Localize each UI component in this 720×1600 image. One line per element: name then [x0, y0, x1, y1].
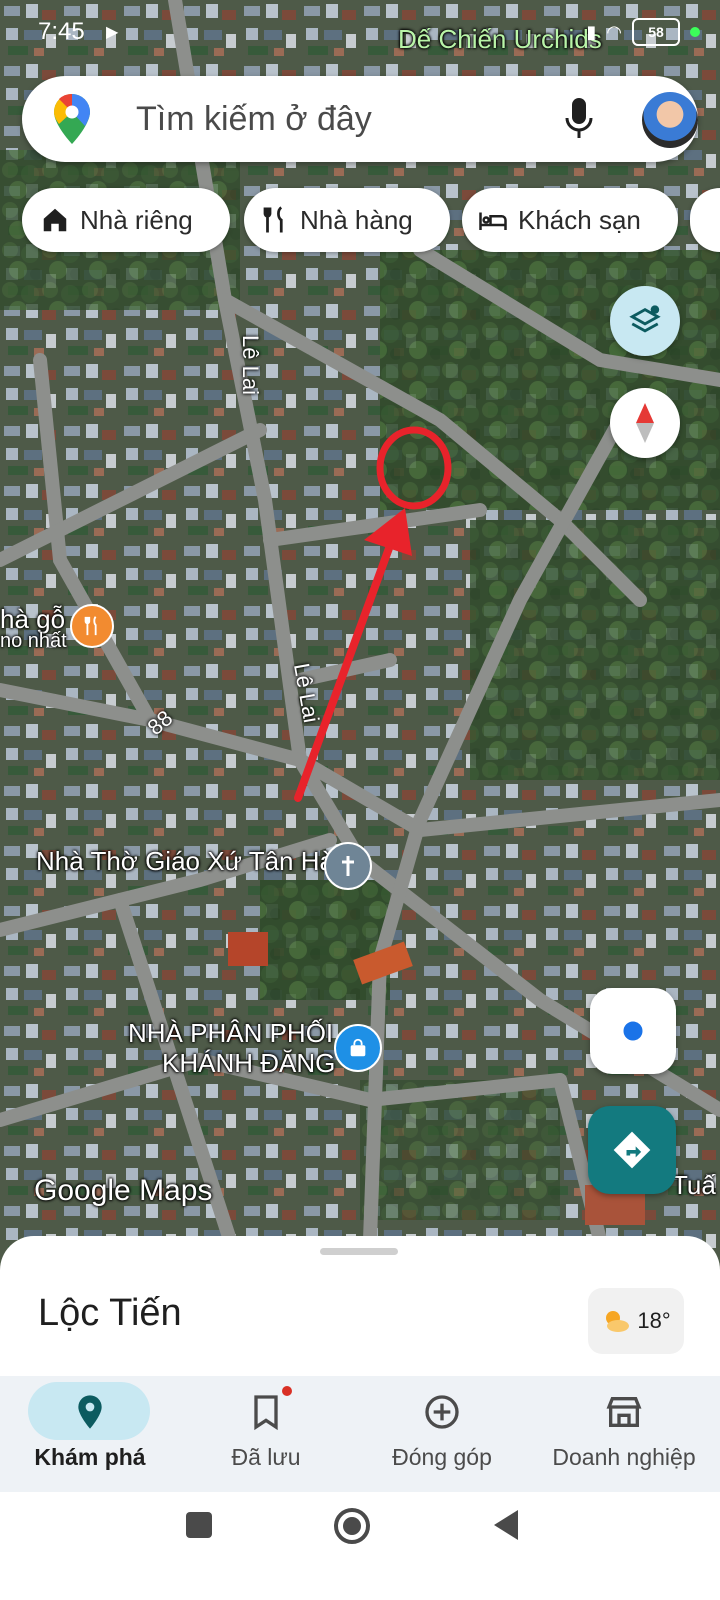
weather-chip[interactable]: 18° [588, 1288, 684, 1354]
google-maps-watermark: Google Maps [34, 1174, 213, 1207]
restaurant-marker-icon[interactable] [70, 604, 114, 648]
directions-icon [613, 1131, 651, 1169]
microphone-icon[interactable] [562, 96, 596, 142]
signal-icon: ▮ [586, 21, 597, 42]
nav-business-label: Doanh nghiệp [552, 1444, 696, 1470]
road-label-le-lai-1: Lê Lai [237, 335, 263, 395]
status-bar: 7:45 ▶ ▮ ◠ 58 [0, 0, 720, 70]
explore-pin-icon [78, 1395, 102, 1429]
my-location-button[interactable] [590, 988, 676, 1074]
directions-button[interactable] [588, 1106, 676, 1194]
back-icon[interactable] [492, 1508, 522, 1542]
nav-contribute[interactable]: Đóng góp [352, 1376, 532, 1492]
status-icons: ▮ ◠ 58 [586, 18, 700, 46]
add-circle-icon [425, 1395, 459, 1429]
chip-hotel-label: Khách sạn [518, 204, 641, 235]
chip-more-partial[interactable] [690, 188, 720, 252]
chip-home[interactable]: Nhà riêng [22, 188, 230, 252]
home-icon [43, 208, 67, 232]
bottom-navigation: Khám phá Đã lưu Đóng góp Doanh nghiệp [0, 1376, 720, 1492]
sheet-drag-handle[interactable] [320, 1248, 398, 1255]
my-location-icon [620, 1018, 646, 1044]
recents-icon[interactable] [184, 1510, 214, 1540]
restaurant-icon [263, 206, 283, 233]
nav-explore-label: Khám phá [34, 1444, 146, 1470]
system-navigation-bar [0, 1492, 720, 1600]
search-input[interactable]: Tìm kiếm ở đây [136, 100, 372, 139]
area-title: Lộc Tiến [38, 1292, 182, 1334]
saved-notification-dot [282, 1386, 292, 1396]
storefront-icon [606, 1397, 642, 1427]
nav-saved-label: Đã lưu [231, 1444, 301, 1470]
weather-temperature: 18° [637, 1308, 671, 1333]
compass-icon [636, 403, 654, 443]
chip-hotel[interactable]: Khách sạn [462, 188, 678, 252]
church-label[interactable]: Nhà Thờ Giáo Xứ Tân Hà [36, 846, 334, 877]
map-edge-label-partial[interactable]: Tuấ [672, 1170, 716, 1201]
play-notification-icon: ▶ [106, 24, 119, 41]
shopping-marker-icon[interactable] [334, 1024, 382, 1072]
church-marker-icon[interactable] [324, 842, 372, 890]
battery-icon: 58 [632, 18, 680, 46]
google-maps-logo-icon [54, 93, 90, 144]
layers-icon [629, 305, 661, 333]
home-button-icon[interactable] [332, 1506, 372, 1546]
battery-level: 58 [648, 24, 664, 40]
nav-saved[interactable]: Đã lưu [176, 1376, 356, 1492]
nav-business[interactable]: Doanh nghiệp [528, 1376, 720, 1492]
restaurant-label-partial-2[interactable]: no nhất [0, 630, 67, 653]
hotel-icon [479, 212, 507, 230]
distributor-label-line-2[interactable]: KHÁNH ĐĂNG [162, 1048, 335, 1079]
status-time: 7:45 [38, 18, 85, 45]
category-chips: Nhà riêng Nhà hàng Khách sạn [22, 188, 720, 254]
compass-button[interactable] [610, 388, 680, 458]
bottom-sheet[interactable]: Lộc Tiến 18° [0, 1236, 720, 1376]
account-avatar[interactable] [642, 92, 698, 148]
bookmark-icon [254, 1395, 278, 1431]
chip-home-label: Nhà riêng [80, 204, 193, 235]
partly-cloudy-icon [606, 1311, 630, 1332]
search-bar[interactable]: Tìm kiếm ở đây [22, 76, 698, 162]
chip-restaurant-label: Nhà hàng [300, 204, 413, 235]
nav-contribute-label: Đóng góp [392, 1444, 492, 1470]
wifi-icon: ◠ [606, 21, 622, 42]
privacy-dot-icon [690, 27, 700, 37]
nav-explore[interactable]: Khám phá [0, 1376, 180, 1492]
distributor-label-line-1[interactable]: NHÀ PHÂN PHỐI [128, 1018, 333, 1049]
layers-button[interactable] [610, 286, 680, 356]
chip-restaurant[interactable]: Nhà hàng [244, 188, 450, 252]
